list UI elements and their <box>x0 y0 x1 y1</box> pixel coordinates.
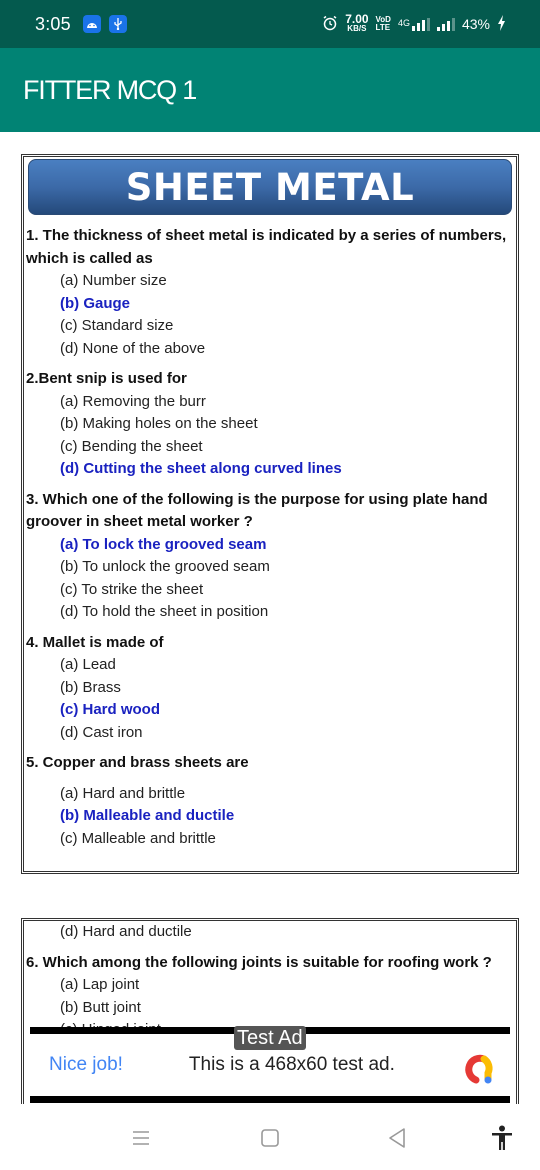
accessibility-icon[interactable] <box>487 1124 517 1152</box>
network-speed: 7.00 KB/S <box>345 12 369 33</box>
option-c: (c) Standard size <box>60 317 174 334</box>
question-text: 2.Bent snip is used for <box>26 370 187 387</box>
option-a: (a) Hard and brittle <box>60 784 186 802</box>
option-a: (a) Lap joint <box>60 976 140 993</box>
question-5: 5. Copper and brass sheets are (a) Hard … <box>24 752 516 850</box>
option-c: (c) Bending the sheet <box>60 437 203 455</box>
charging-icon <box>497 14 506 34</box>
question-text: 3. Which one of the following is the pur… <box>26 490 488 531</box>
battery-level: 43% <box>461 16 490 32</box>
signal-icon <box>436 17 455 31</box>
question-1: 1. The thickness of sheet metal is indic… <box>24 225 516 360</box>
net-speed-unit: KB/S <box>347 24 367 33</box>
question-text: 4. Mallet is made of <box>26 633 164 651</box>
option-d: (d) Cast iron <box>60 723 143 741</box>
ad-banner[interactable]: Test Ad Nice job! This is a 468x60 test … <box>30 1026 510 1103</box>
option-a: (a) Removing the burr <box>60 392 206 410</box>
option-a: (a) Lead <box>60 656 116 673</box>
admob-logo-icon[interactable] <box>462 1053 494 1085</box>
section-title: SHEET METAL <box>125 165 415 209</box>
home-icon[interactable] <box>255 1124 285 1152</box>
option-c: (c) To strike the sheet <box>60 580 204 598</box>
usb-icon <box>108 15 127 33</box>
option-d-answer: (d) Cutting the sheet along curved lines <box>60 460 342 477</box>
question-5-continued: (d) Hard and ductile <box>24 921 516 944</box>
ad-headline[interactable]: Nice job! <box>49 1054 123 1076</box>
navigation-bar <box>0 1104 540 1170</box>
section-banner: SHEET METAL <box>28 159 512 215</box>
option-d: (d) Hard and ductile <box>60 923 192 940</box>
question-text: 5. Copper and brass sheets are <box>26 754 249 771</box>
recents-icon[interactable] <box>126 1124 156 1152</box>
status-bar: 3:05 7.00 KB/S VoD LTE 4G 43% <box>0 0 540 48</box>
question-4: 4. Mallet is made of (a) Lead (b) Brass … <box>24 632 516 745</box>
option-b: (b) To unlock the grooved seam <box>60 558 270 575</box>
document-page[interactable]: SHEET METAL 1. The thickness of sheet me… <box>21 154 519 874</box>
option-d: (d) To hold the sheet in position <box>60 603 269 620</box>
test-ad-label: Test Ad <box>234 1026 306 1050</box>
option-d: (d) None of the above <box>60 339 206 357</box>
back-icon[interactable] <box>382 1124 412 1152</box>
option-b: (b) Brass <box>60 678 121 696</box>
ad-body[interactable]: This is a 468x60 test ad. <box>189 1054 395 1076</box>
notification-icons <box>82 15 127 33</box>
app-bar: FITTER MCQ 1 <box>0 48 540 132</box>
option-a: (a) Number size <box>60 272 167 289</box>
question-text: 6. Which among the following joints is s… <box>26 953 492 971</box>
volte-bottom: LTE <box>375 23 391 32</box>
status-time: 3:05 <box>35 13 71 34</box>
option-b: (b) Making holes on the sheet <box>60 415 258 432</box>
option-c: (c) Malleable and brittle <box>60 829 216 847</box>
net-speed-value: 7.00 <box>345 12 369 26</box>
option-b: (b) Butt joint <box>60 998 141 1016</box>
volte-indicator: VoD LTE <box>376 16 391 32</box>
option-b-answer: (b) Gauge <box>60 294 130 312</box>
app-title: FITTER MCQ 1 <box>23 74 197 105</box>
ad-content[interactable]: Test Ad Nice job! This is a 468x60 test … <box>30 1026 510 1096</box>
question-3: 3. Which one of the following is the pur… <box>24 489 516 624</box>
android-icon <box>82 15 101 33</box>
option-b-answer: (b) Malleable and ductile <box>60 807 235 824</box>
question-text: 1. The thickness of sheet metal is indic… <box>26 227 507 267</box>
option-a-answer: (a) To lock the grooved seam <box>60 535 267 553</box>
question-2: 2.Bent snip is used for (a) Removing the… <box>24 368 516 481</box>
signal-4g-icon: 4G <box>397 17 430 31</box>
option-c-answer: (c) Hard wood <box>60 701 160 718</box>
alarm-icon <box>322 15 338 34</box>
status-indicators: 7.00 KB/S VoD LTE 4G 43% <box>322 12 506 34</box>
network-type: 4G <box>397 17 410 28</box>
